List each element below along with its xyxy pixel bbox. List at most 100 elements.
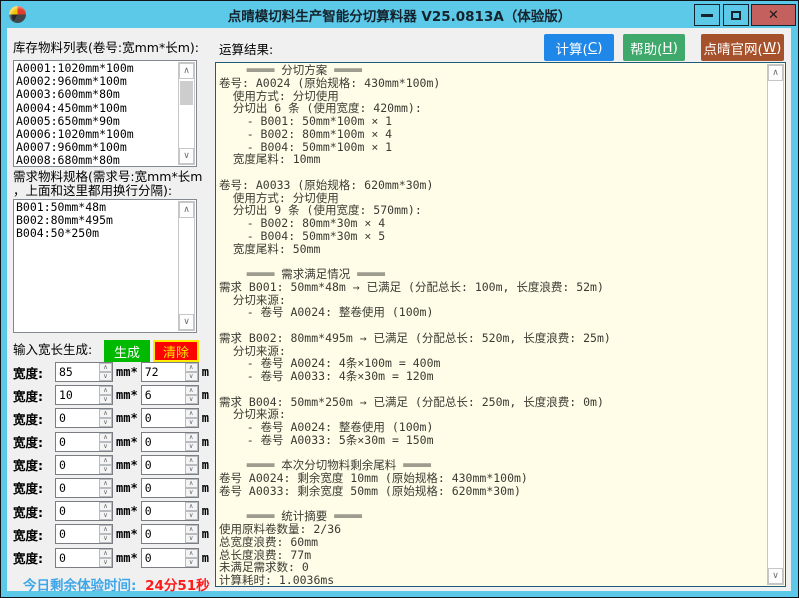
length-input[interactable] bbox=[142, 433, 185, 451]
spin-down-icon[interactable]: ∨ bbox=[99, 418, 112, 427]
spin-up-icon[interactable]: ∧ bbox=[185, 409, 198, 418]
length-spinner[interactable]: ∧∨ bbox=[141, 408, 199, 428]
list-item[interactable]: B004:50*250m bbox=[16, 227, 177, 240]
spin-down-icon[interactable]: ∨ bbox=[99, 465, 112, 474]
spin-up-icon[interactable]: ∧ bbox=[99, 433, 112, 442]
length-input[interactable] bbox=[142, 549, 185, 567]
length-spinner[interactable]: ∧∨ bbox=[141, 455, 199, 475]
spin-down-icon[interactable]: ∨ bbox=[185, 558, 198, 567]
clear-button[interactable]: 清除 bbox=[153, 340, 199, 362]
demand-input-box[interactable]: B001:50mm*48m B002:80mm*495m B004:50*250… bbox=[13, 199, 197, 333]
calculate-button[interactable]: 计算(C) bbox=[544, 34, 614, 61]
width-input[interactable] bbox=[56, 433, 99, 451]
length-input[interactable] bbox=[142, 502, 185, 520]
close-button[interactable]: ✕ bbox=[751, 4, 796, 26]
minimize-button[interactable] bbox=[694, 4, 720, 26]
width-spinner[interactable]: ∧∨ bbox=[55, 478, 113, 498]
length-spinner[interactable]: ∧∨ bbox=[141, 362, 199, 382]
width-input[interactable] bbox=[56, 549, 99, 567]
spin-down-icon[interactable]: ∨ bbox=[185, 534, 198, 543]
list-item[interactable]: A0003:600mm*80m bbox=[16, 88, 177, 101]
maximize-button[interactable] bbox=[723, 4, 749, 26]
width-input[interactable] bbox=[56, 502, 99, 520]
demand-scrollbar[interactable]: ∧ ∨ bbox=[178, 201, 195, 331]
length-spinner[interactable]: ∧∨ bbox=[141, 524, 199, 544]
width-spinner[interactable]: ∧∨ bbox=[55, 548, 113, 568]
spin-up-icon[interactable]: ∧ bbox=[99, 363, 112, 372]
result-scrollbar[interactable]: ∧ ∨ bbox=[767, 64, 784, 585]
width-spinner[interactable]: ∧∨ bbox=[55, 408, 113, 428]
help-button[interactable]: 帮助(H) bbox=[623, 34, 685, 61]
spin-up-icon[interactable]: ∧ bbox=[185, 433, 198, 442]
scrollbar-thumb[interactable] bbox=[180, 81, 193, 105]
spin-down-icon[interactable]: ∨ bbox=[99, 488, 112, 497]
spin-down-icon[interactable]: ∨ bbox=[99, 511, 112, 520]
width-spinner[interactable]: ∧∨ bbox=[55, 362, 113, 382]
spin-up-icon[interactable]: ∧ bbox=[185, 363, 198, 372]
spin-down-icon[interactable]: ∨ bbox=[99, 395, 112, 404]
scroll-up-icon[interactable]: ∧ bbox=[179, 202, 194, 218]
spin-down-icon[interactable]: ∨ bbox=[185, 395, 198, 404]
generate-button[interactable]: 生成 bbox=[104, 340, 150, 362]
official-site-button[interactable]: 点晴官网(W) bbox=[701, 34, 784, 61]
length-input[interactable] bbox=[142, 479, 185, 497]
width-spinner[interactable]: ∧∨ bbox=[55, 385, 113, 405]
length-input[interactable] bbox=[142, 363, 185, 381]
spin-down-icon[interactable]: ∨ bbox=[99, 372, 112, 381]
width-spinner[interactable]: ∧∨ bbox=[55, 455, 113, 475]
spin-down-icon[interactable]: ∨ bbox=[185, 488, 198, 497]
length-input[interactable] bbox=[142, 409, 185, 427]
width-input[interactable] bbox=[56, 525, 99, 543]
spin-up-icon[interactable]: ∧ bbox=[185, 386, 198, 395]
width-input[interactable] bbox=[56, 456, 99, 474]
spin-up-icon[interactable]: ∧ bbox=[99, 386, 112, 395]
scroll-down-icon[interactable]: ∨ bbox=[179, 148, 194, 164]
length-spinner[interactable]: ∧∨ bbox=[141, 385, 199, 405]
spin-down-icon[interactable]: ∨ bbox=[99, 442, 112, 451]
stock-list-box[interactable]: A0001:1020mm*100m A0002:960mm*100m A0003… bbox=[13, 60, 197, 167]
spin-up-icon[interactable]: ∧ bbox=[185, 479, 198, 488]
spin-up-icon[interactable]: ∧ bbox=[185, 525, 198, 534]
spin-up-icon[interactable]: ∧ bbox=[99, 409, 112, 418]
list-item[interactable]: A0004:450mm*100m bbox=[16, 102, 177, 115]
spin-down-icon[interactable]: ∨ bbox=[185, 465, 198, 474]
spin-down-icon[interactable]: ∨ bbox=[99, 534, 112, 543]
spin-up-icon[interactable]: ∧ bbox=[185, 456, 198, 465]
scroll-up-icon[interactable]: ∧ bbox=[179, 63, 194, 79]
result-output-box[interactable]: ════ 分切方案 ════ 卷号: A0024 (原始规格: 430mm*10… bbox=[215, 62, 786, 587]
titlebar[interactable]: 点晴模切料生产智能分切算料器 V25.0813A（体验版） ✕ bbox=[1, 1, 798, 28]
scroll-down-icon[interactable]: ∨ bbox=[179, 314, 194, 330]
stock-scrollbar[interactable]: ∧ ∨ bbox=[178, 62, 195, 165]
scroll-down-icon[interactable]: ∨ bbox=[768, 568, 783, 584]
list-item[interactable]: A0008:680mm*80m bbox=[16, 154, 177, 165]
spin-up-icon[interactable]: ∧ bbox=[99, 502, 112, 511]
spin-up-icon[interactable]: ∧ bbox=[185, 549, 198, 558]
width-spinner[interactable]: ∧∨ bbox=[55, 524, 113, 544]
width-input[interactable] bbox=[56, 409, 99, 427]
width-input[interactable] bbox=[56, 479, 99, 497]
length-spinner[interactable]: ∧∨ bbox=[141, 432, 199, 452]
spin-up-icon[interactable]: ∧ bbox=[99, 456, 112, 465]
width-spinner[interactable]: ∧∨ bbox=[55, 501, 113, 521]
scroll-up-icon[interactable]: ∧ bbox=[768, 65, 783, 81]
spin-up-icon[interactable]: ∧ bbox=[99, 549, 112, 558]
spin-down-icon[interactable]: ∨ bbox=[185, 442, 198, 451]
window-title: 点晴模切料生产智能分切算料器 V25.0813A（体验版） bbox=[1, 5, 798, 25]
spin-up-icon[interactable]: ∧ bbox=[99, 525, 112, 534]
spin-down-icon[interactable]: ∨ bbox=[185, 372, 198, 381]
spin-up-icon[interactable]: ∧ bbox=[99, 479, 112, 488]
width-input[interactable] bbox=[56, 363, 99, 381]
length-spinner[interactable]: ∧∨ bbox=[141, 548, 199, 568]
spin-down-icon[interactable]: ∨ bbox=[185, 511, 198, 520]
button-mnemonic: C bbox=[588, 40, 597, 56]
length-spinner[interactable]: ∧∨ bbox=[141, 501, 199, 521]
length-input[interactable] bbox=[142, 386, 185, 404]
spin-down-icon[interactable]: ∨ bbox=[185, 418, 198, 427]
width-input[interactable] bbox=[56, 386, 99, 404]
spin-down-icon[interactable]: ∨ bbox=[99, 558, 112, 567]
spin-up-icon[interactable]: ∧ bbox=[185, 502, 198, 511]
length-spinner[interactable]: ∧∨ bbox=[141, 478, 199, 498]
length-input[interactable] bbox=[142, 525, 185, 543]
length-input[interactable] bbox=[142, 456, 185, 474]
width-spinner[interactable]: ∧∨ bbox=[55, 432, 113, 452]
